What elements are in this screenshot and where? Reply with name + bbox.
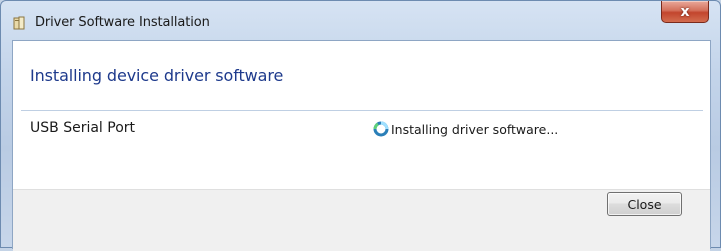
- page-title: Installing device driver software: [30, 66, 284, 85]
- close-button-label: Close: [627, 196, 662, 212]
- dialog-footer: [13, 189, 710, 251]
- spinner-icon: [373, 121, 389, 137]
- close-button[interactable]: Close: [607, 192, 682, 216]
- driver-icon: [12, 15, 28, 31]
- divider: [21, 110, 703, 111]
- close-icon: x: [680, 3, 690, 20]
- device-status: Installing driver software...: [373, 121, 558, 137]
- device-name: USB Serial Port: [30, 120, 136, 136]
- title-close-button[interactable]: x: [661, 1, 709, 23]
- window-title: Driver Software Installation: [35, 15, 210, 30]
- dialog-window: Driver Software Installation x Installin…: [0, 0, 721, 251]
- dialog-content: Installing device driver software USB Se…: [12, 40, 711, 251]
- title-bar[interactable]: Driver Software Installation x: [1, 1, 721, 41]
- status-text: Installing driver software...: [391, 121, 559, 137]
